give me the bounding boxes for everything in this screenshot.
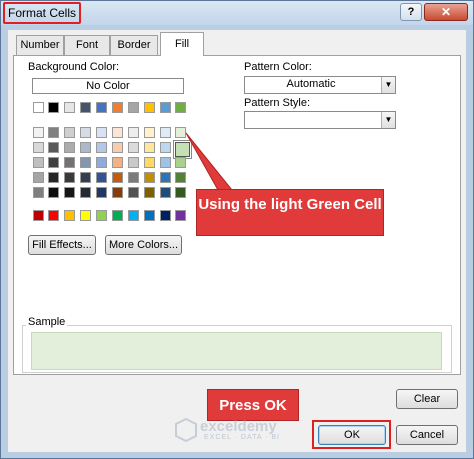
color-swatch[interactable] <box>160 172 171 183</box>
color-swatch[interactable] <box>64 127 75 138</box>
color-swatch[interactable] <box>144 172 155 183</box>
ok-highlight-box <box>312 420 391 449</box>
tab-border[interactable]: Border <box>110 35 158 55</box>
color-swatch[interactable] <box>175 127 186 138</box>
close-button[interactable]: ✕ <box>424 3 468 21</box>
clear-button[interactable]: Clear <box>396 389 458 409</box>
color-swatch[interactable] <box>160 102 171 113</box>
color-swatch[interactable] <box>112 172 123 183</box>
pattern-color-dropdown-icon[interactable]: ▼ <box>381 77 395 93</box>
color-swatch[interactable] <box>112 102 123 113</box>
color-swatch[interactable] <box>128 102 139 113</box>
color-swatch[interactable] <box>144 102 155 113</box>
color-swatch[interactable] <box>33 157 44 168</box>
color-swatch[interactable] <box>112 142 123 153</box>
standard-color-swatch[interactable] <box>144 210 155 221</box>
green-cell-callout: Using the light Green Cell <box>196 189 384 236</box>
standard-color-swatch[interactable] <box>48 210 59 221</box>
pattern-style-label: Pattern Style: <box>244 97 311 109</box>
color-swatch-selected[interactable] <box>174 141 191 158</box>
sample-label: Sample <box>26 316 68 328</box>
standard-color-swatch[interactable] <box>160 210 171 221</box>
color-swatch[interactable] <box>48 157 59 168</box>
press-ok-callout: Press OK <box>207 389 299 421</box>
color-swatch[interactable] <box>160 142 171 153</box>
tab-fill[interactable]: Fill <box>160 32 204 56</box>
standard-color-swatch[interactable] <box>64 210 75 221</box>
color-swatch[interactable] <box>128 187 139 198</box>
color-swatch[interactable] <box>80 157 91 168</box>
color-swatch[interactable] <box>175 102 186 113</box>
standard-color-swatch[interactable] <box>128 210 139 221</box>
color-swatch[interactable] <box>160 127 171 138</box>
color-swatch[interactable] <box>144 127 155 138</box>
color-swatch[interactable] <box>144 142 155 153</box>
standard-color-swatch[interactable] <box>80 210 91 221</box>
pattern-color-value: Automatic <box>286 78 336 90</box>
color-swatch[interactable] <box>64 142 75 153</box>
color-swatch[interactable] <box>33 172 44 183</box>
color-swatch[interactable] <box>96 142 107 153</box>
pattern-color-label: Pattern Color: <box>244 61 312 73</box>
exceldemy-logo-icon <box>175 418 197 442</box>
color-swatch[interactable] <box>33 127 44 138</box>
color-swatch[interactable] <box>96 102 107 113</box>
color-swatch[interactable] <box>128 142 139 153</box>
color-swatch[interactable] <box>175 157 186 168</box>
standard-color-swatch[interactable] <box>96 210 107 221</box>
color-swatch[interactable] <box>144 157 155 168</box>
color-swatch[interactable] <box>96 127 107 138</box>
color-swatch[interactable] <box>160 157 171 168</box>
tab-number[interactable]: Number <box>16 35 64 55</box>
color-swatch[interactable] <box>160 187 171 198</box>
color-swatch[interactable] <box>112 157 123 168</box>
color-swatch[interactable] <box>48 187 59 198</box>
standard-color-swatch[interactable] <box>33 210 44 221</box>
color-swatch[interactable] <box>175 187 186 198</box>
help-button[interactable]: ? <box>400 3 422 21</box>
title-highlight-box <box>3 2 81 24</box>
color-swatch[interactable] <box>80 102 91 113</box>
color-swatch[interactable] <box>128 157 139 168</box>
color-swatch[interactable] <box>144 187 155 198</box>
color-swatch[interactable] <box>96 172 107 183</box>
fill-effects-button[interactable]: Fill Effects... <box>28 235 96 255</box>
color-swatch[interactable] <box>33 187 44 198</box>
color-swatch[interactable] <box>80 187 91 198</box>
color-swatch[interactable] <box>80 127 91 138</box>
color-swatch[interactable] <box>175 172 186 183</box>
color-swatch[interactable] <box>96 187 107 198</box>
color-swatch[interactable] <box>80 172 91 183</box>
more-colors-button[interactable]: More Colors... <box>105 235 182 255</box>
tab-font[interactable]: Font <box>64 35 110 55</box>
cancel-button[interactable]: Cancel <box>396 425 458 445</box>
background-color-label: Background Color: <box>28 61 120 73</box>
color-swatch[interactable] <box>64 172 75 183</box>
color-swatch[interactable] <box>48 102 59 113</box>
color-swatch[interactable] <box>112 187 123 198</box>
standard-color-swatch[interactable] <box>175 210 186 221</box>
color-swatch[interactable] <box>128 127 139 138</box>
color-swatch[interactable] <box>48 172 59 183</box>
color-swatch[interactable] <box>96 157 107 168</box>
standard-color-swatch[interactable] <box>112 210 123 221</box>
watermark-name: exceldemy <box>200 418 277 435</box>
sample-preview <box>31 332 442 370</box>
color-swatch[interactable] <box>64 102 75 113</box>
color-swatch[interactable] <box>80 142 91 153</box>
color-swatch[interactable] <box>64 157 75 168</box>
color-swatch[interactable] <box>112 127 123 138</box>
pattern-style-dropdown-icon[interactable]: ▼ <box>381 112 395 128</box>
watermark-tagline: EXCEL · DATA · BI <box>204 434 280 441</box>
no-color-button[interactable]: No Color <box>32 78 184 94</box>
color-swatch[interactable] <box>33 142 44 153</box>
color-swatch[interactable] <box>48 142 59 153</box>
color-swatch[interactable] <box>48 127 59 138</box>
color-swatch[interactable] <box>33 102 44 113</box>
color-swatch[interactable] <box>128 172 139 183</box>
color-swatch[interactable] <box>64 187 75 198</box>
pattern-style-select[interactable] <box>244 111 396 129</box>
